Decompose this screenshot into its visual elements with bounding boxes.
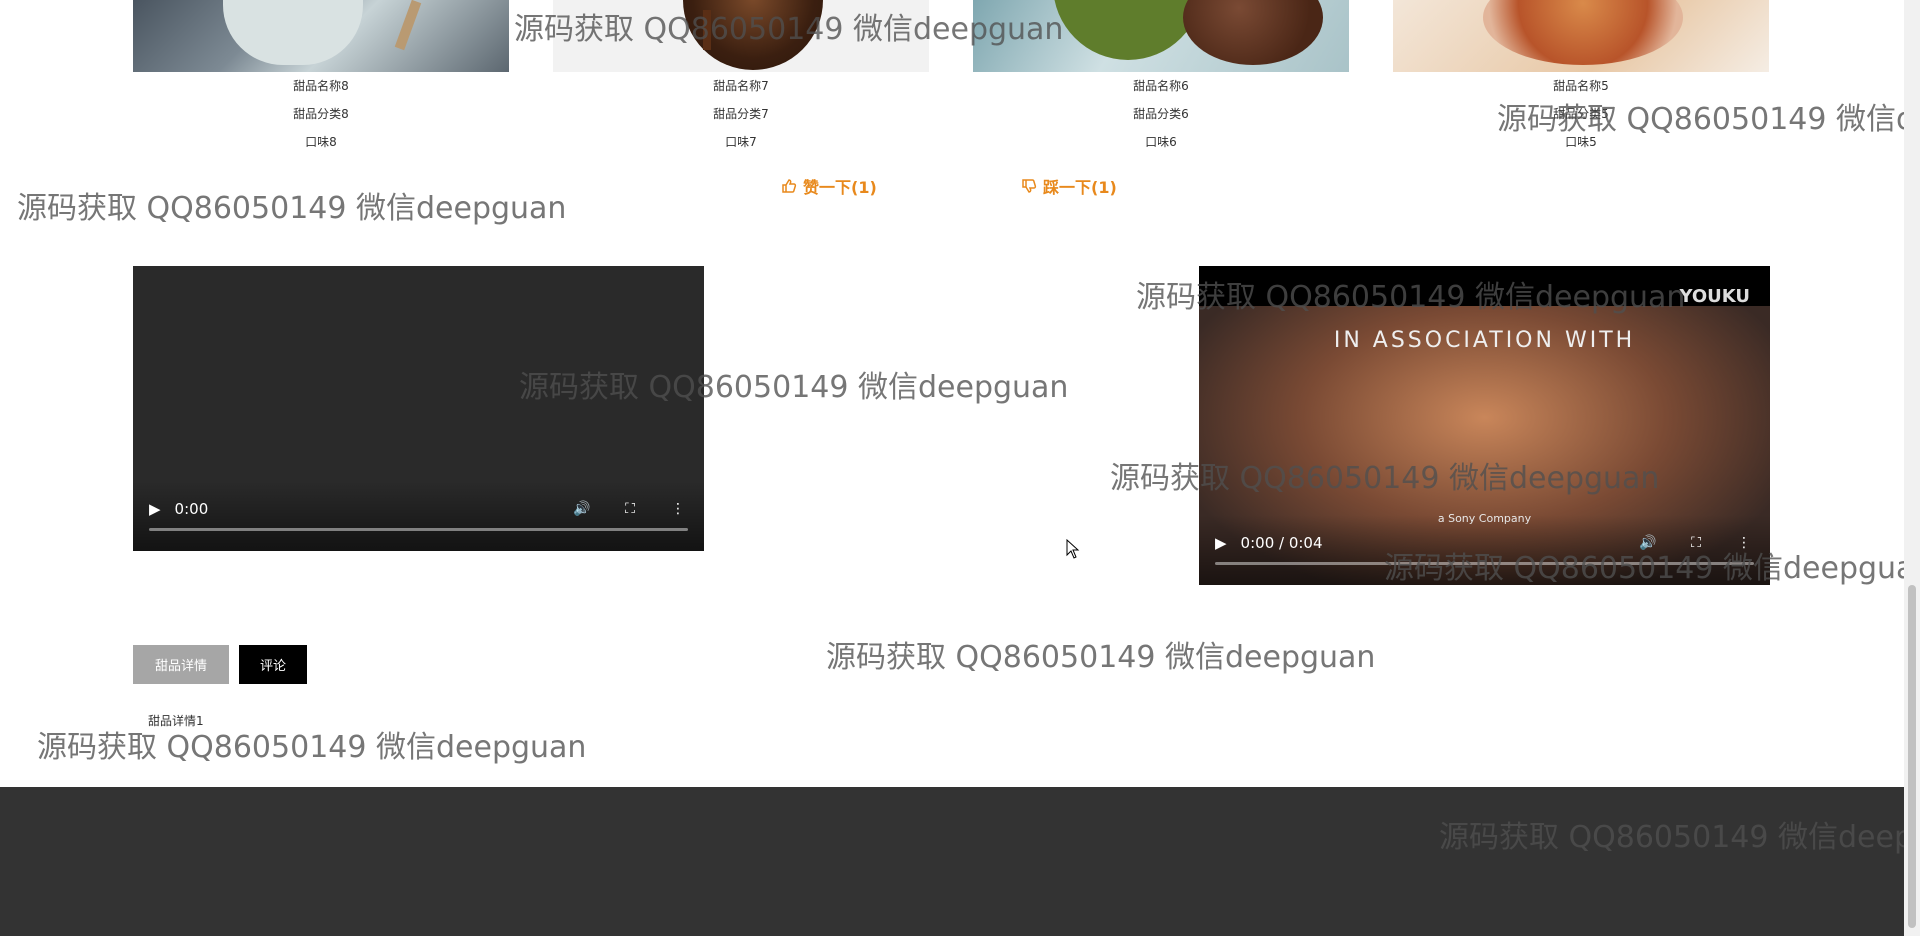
more-options-icon[interactable]: ⋮: [1734, 533, 1754, 553]
tab-dessert-detail[interactable]: 甜品详情: [133, 645, 229, 684]
video-progress-bar[interactable]: [149, 528, 688, 531]
tab-comment[interactable]: 评论: [239, 645, 307, 684]
video-player-right[interactable]: YOUKU IN ASSOCIATION WITH a Sony Company…: [1199, 266, 1770, 585]
thumbs-up-icon: [782, 179, 797, 193]
product-image[interactable]: [1393, 0, 1769, 72]
thumbs-down-icon: [1022, 179, 1037, 193]
fullscreen-icon[interactable]: ⛶: [1686, 533, 1706, 553]
video-controls: ▶ 0:00 🔊 ⛶ ⋮: [133, 481, 704, 551]
product-category: 甜品分类6: [1133, 107, 1189, 121]
product-name: 甜品名称5: [1553, 79, 1609, 93]
watermark: 源码获取 QQ86050149 微信deepguan: [17, 191, 567, 226]
like-button[interactable]: 赞一下(1): [781, 174, 877, 198]
scrollbar[interactable]: [1904, 0, 1920, 936]
fullscreen-icon[interactable]: ⛶: [620, 499, 640, 519]
watermark: 源码获取 QQ86050149 微信deepguan: [37, 730, 587, 765]
product-flavor: 口味7: [725, 135, 757, 149]
product-image[interactable]: [133, 0, 509, 72]
mouse-cursor-icon: [1066, 539, 1080, 559]
product-image[interactable]: [553, 0, 929, 72]
product-name: 甜品名称6: [1133, 79, 1189, 93]
product-name: 甜品名称8: [293, 79, 349, 93]
product-image[interactable]: [973, 0, 1349, 72]
video-time: 0:00: [174, 500, 209, 518]
product-card[interactable]: 甜品名称8 甜品分类8 口味8: [133, 0, 509, 156]
video-time: 0:00 / 0:04: [1240, 534, 1323, 552]
detail-content: 甜品详情1: [148, 714, 204, 728]
play-icon[interactable]: ▶: [149, 500, 161, 518]
watermark: 源码获取 QQ86050149 微信deepguan: [826, 640, 1376, 675]
product-name: 甜品名称7: [713, 79, 769, 93]
scrollbar-thumb[interactable]: [1908, 585, 1916, 928]
video-caption: IN ASSOCIATION WITH: [1333, 328, 1636, 353]
dislike-label: 踩一下(1): [1043, 178, 1117, 197]
product-category: 甜品分类8: [293, 107, 349, 121]
product-category: 甜品分类5: [1553, 107, 1609, 121]
page: 甜品名称8 甜品分类8 口味8 甜品名称7 甜品分类7 口味7 甜品名称6 甜品…: [0, 0, 1920, 936]
product-card[interactable]: 甜品名称5 甜品分类5 口味5: [1393, 0, 1769, 156]
footer: [0, 787, 1904, 936]
volume-icon[interactable]: 🔊: [572, 499, 592, 519]
youku-logo: YOUKU: [1679, 286, 1750, 307]
more-options-icon[interactable]: ⋮: [668, 499, 688, 519]
dislike-button[interactable]: 踩一下(1): [1021, 174, 1117, 198]
video-player-left[interactable]: ▶ 0:00 🔊 ⛶ ⋮: [133, 266, 704, 551]
product-flavor: 口味6: [1145, 135, 1177, 149]
video-progress-bar[interactable]: [1215, 562, 1754, 565]
product-flavor: 口味8: [305, 135, 337, 149]
product-category: 甜品分类7: [713, 107, 769, 121]
like-label: 赞一下(1): [803, 178, 877, 197]
play-icon[interactable]: ▶: [1215, 534, 1227, 552]
product-flavor: 口味5: [1565, 135, 1597, 149]
video-controls: ▶ 0:00 / 0:04 🔊 ⛶ ⋮: [1199, 515, 1770, 585]
product-card[interactable]: 甜品名称7 甜品分类7 口味7: [553, 0, 929, 156]
volume-icon[interactable]: 🔊: [1638, 533, 1658, 553]
product-card[interactable]: 甜品名称6 甜品分类6 口味6: [973, 0, 1349, 156]
